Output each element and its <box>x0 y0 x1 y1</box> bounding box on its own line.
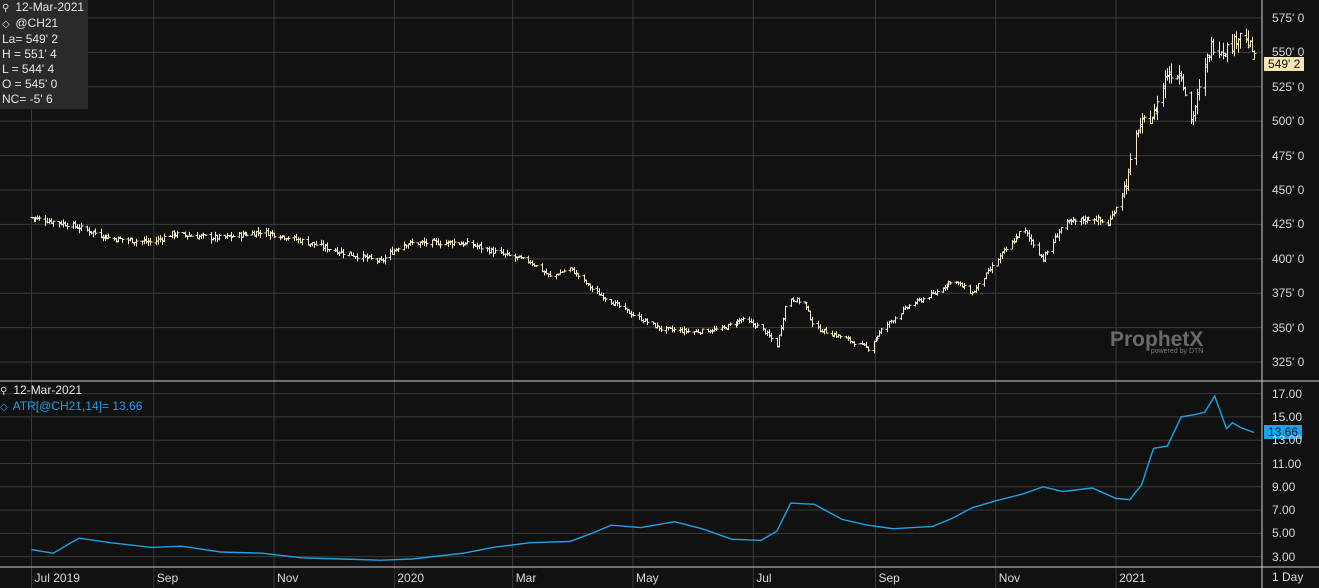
stat-last: La= 549' 2 <box>2 32 59 46</box>
x-tick-label: 2021 <box>1119 571 1146 585</box>
x-tick-label: Nov <box>277 571 299 585</box>
stat-low: L = 544' 4 <box>2 62 55 76</box>
price-y-tick-label: 375' 0 <box>1272 286 1305 301</box>
price-y-tick-label: 350' 0 <box>1272 320 1305 335</box>
timeframe-label[interactable]: 1 Day <box>1272 570 1303 584</box>
stat-open: O = 545' 0 <box>2 77 58 91</box>
atr-y-tick-label: 17.00 <box>1272 386 1303 401</box>
diamond-icon: ◇ <box>0 402 8 413</box>
chart-canvas <box>0 0 1319 588</box>
chart-background <box>0 0 1319 588</box>
atr-y-tick-label: 15.00 <box>1272 409 1303 424</box>
x-tick-label: Nov <box>998 571 1021 585</box>
x-tick-label: Jul 2019 <box>34 571 80 585</box>
price-y-tick-label: 550' 0 <box>1272 45 1305 60</box>
price-y-tick-label: 500' 0 <box>1272 114 1305 129</box>
price-y-tick-label: 475' 0 <box>1272 148 1305 163</box>
price-symbol: @CH21 <box>15 16 59 30</box>
price-y-tick-label: 325' 0 <box>1272 355 1305 370</box>
stat-net-change: NC= -5' 6 <box>2 92 53 106</box>
price-info-box: ⚲ 12-Mar-2021 ◇ @CH21 La= 549' 2 H = 551… <box>0 0 89 109</box>
atr-y-tick-label: 5.00 <box>1272 526 1296 541</box>
price-y-tick-label: 400' 0 <box>1272 251 1305 266</box>
price-date: 12-Mar-2021 <box>15 0 85 14</box>
atr-y-tick-label: 9.00 <box>1272 479 1296 494</box>
x-tick-label: 2020 <box>397 571 425 585</box>
price-y-tick-label: 450' 0 <box>1272 183 1305 197</box>
atr-label: ATR[@CH21,14]= 13.66 <box>12 399 143 413</box>
x-tick-label: Sep <box>156 571 179 585</box>
x-tick-label: May <box>635 571 659 585</box>
price-y-tick-label: 575' 0 <box>1272 10 1305 25</box>
x-tick-label: Sep <box>878 571 900 585</box>
atr-info-box: ⚲ 12-Mar-2021 ◇ ATR[@CH21,14]= 13.66 <box>0 383 142 415</box>
x-tick-label: Jul <box>756 571 772 585</box>
atr-date: 12-Mar-2021 <box>13 383 83 397</box>
prophetx-logo: ProphetX powered by DTN <box>1110 328 1204 355</box>
atr-y-tick-label: 3.00 <box>1272 549 1296 564</box>
price-y-tick-label: 425' 0 <box>1272 217 1305 232</box>
zoom-icon[interactable]: ⚲ <box>0 384 10 399</box>
zoom-icon[interactable]: ⚲ <box>2 1 12 16</box>
diamond-icon: ◇ <box>2 19 10 30</box>
x-tick-label: Mar <box>515 571 537 585</box>
atr-y-tick-label: 13.00 <box>1272 433 1303 448</box>
stat-high: H = 551' 4 <box>2 47 57 61</box>
price-y-tick-label: 525' 0 <box>1272 79 1305 94</box>
atr-y-tick-label: 7.00 <box>1272 503 1296 518</box>
atr-y-tick-label: 11.00 <box>1272 456 1302 471</box>
